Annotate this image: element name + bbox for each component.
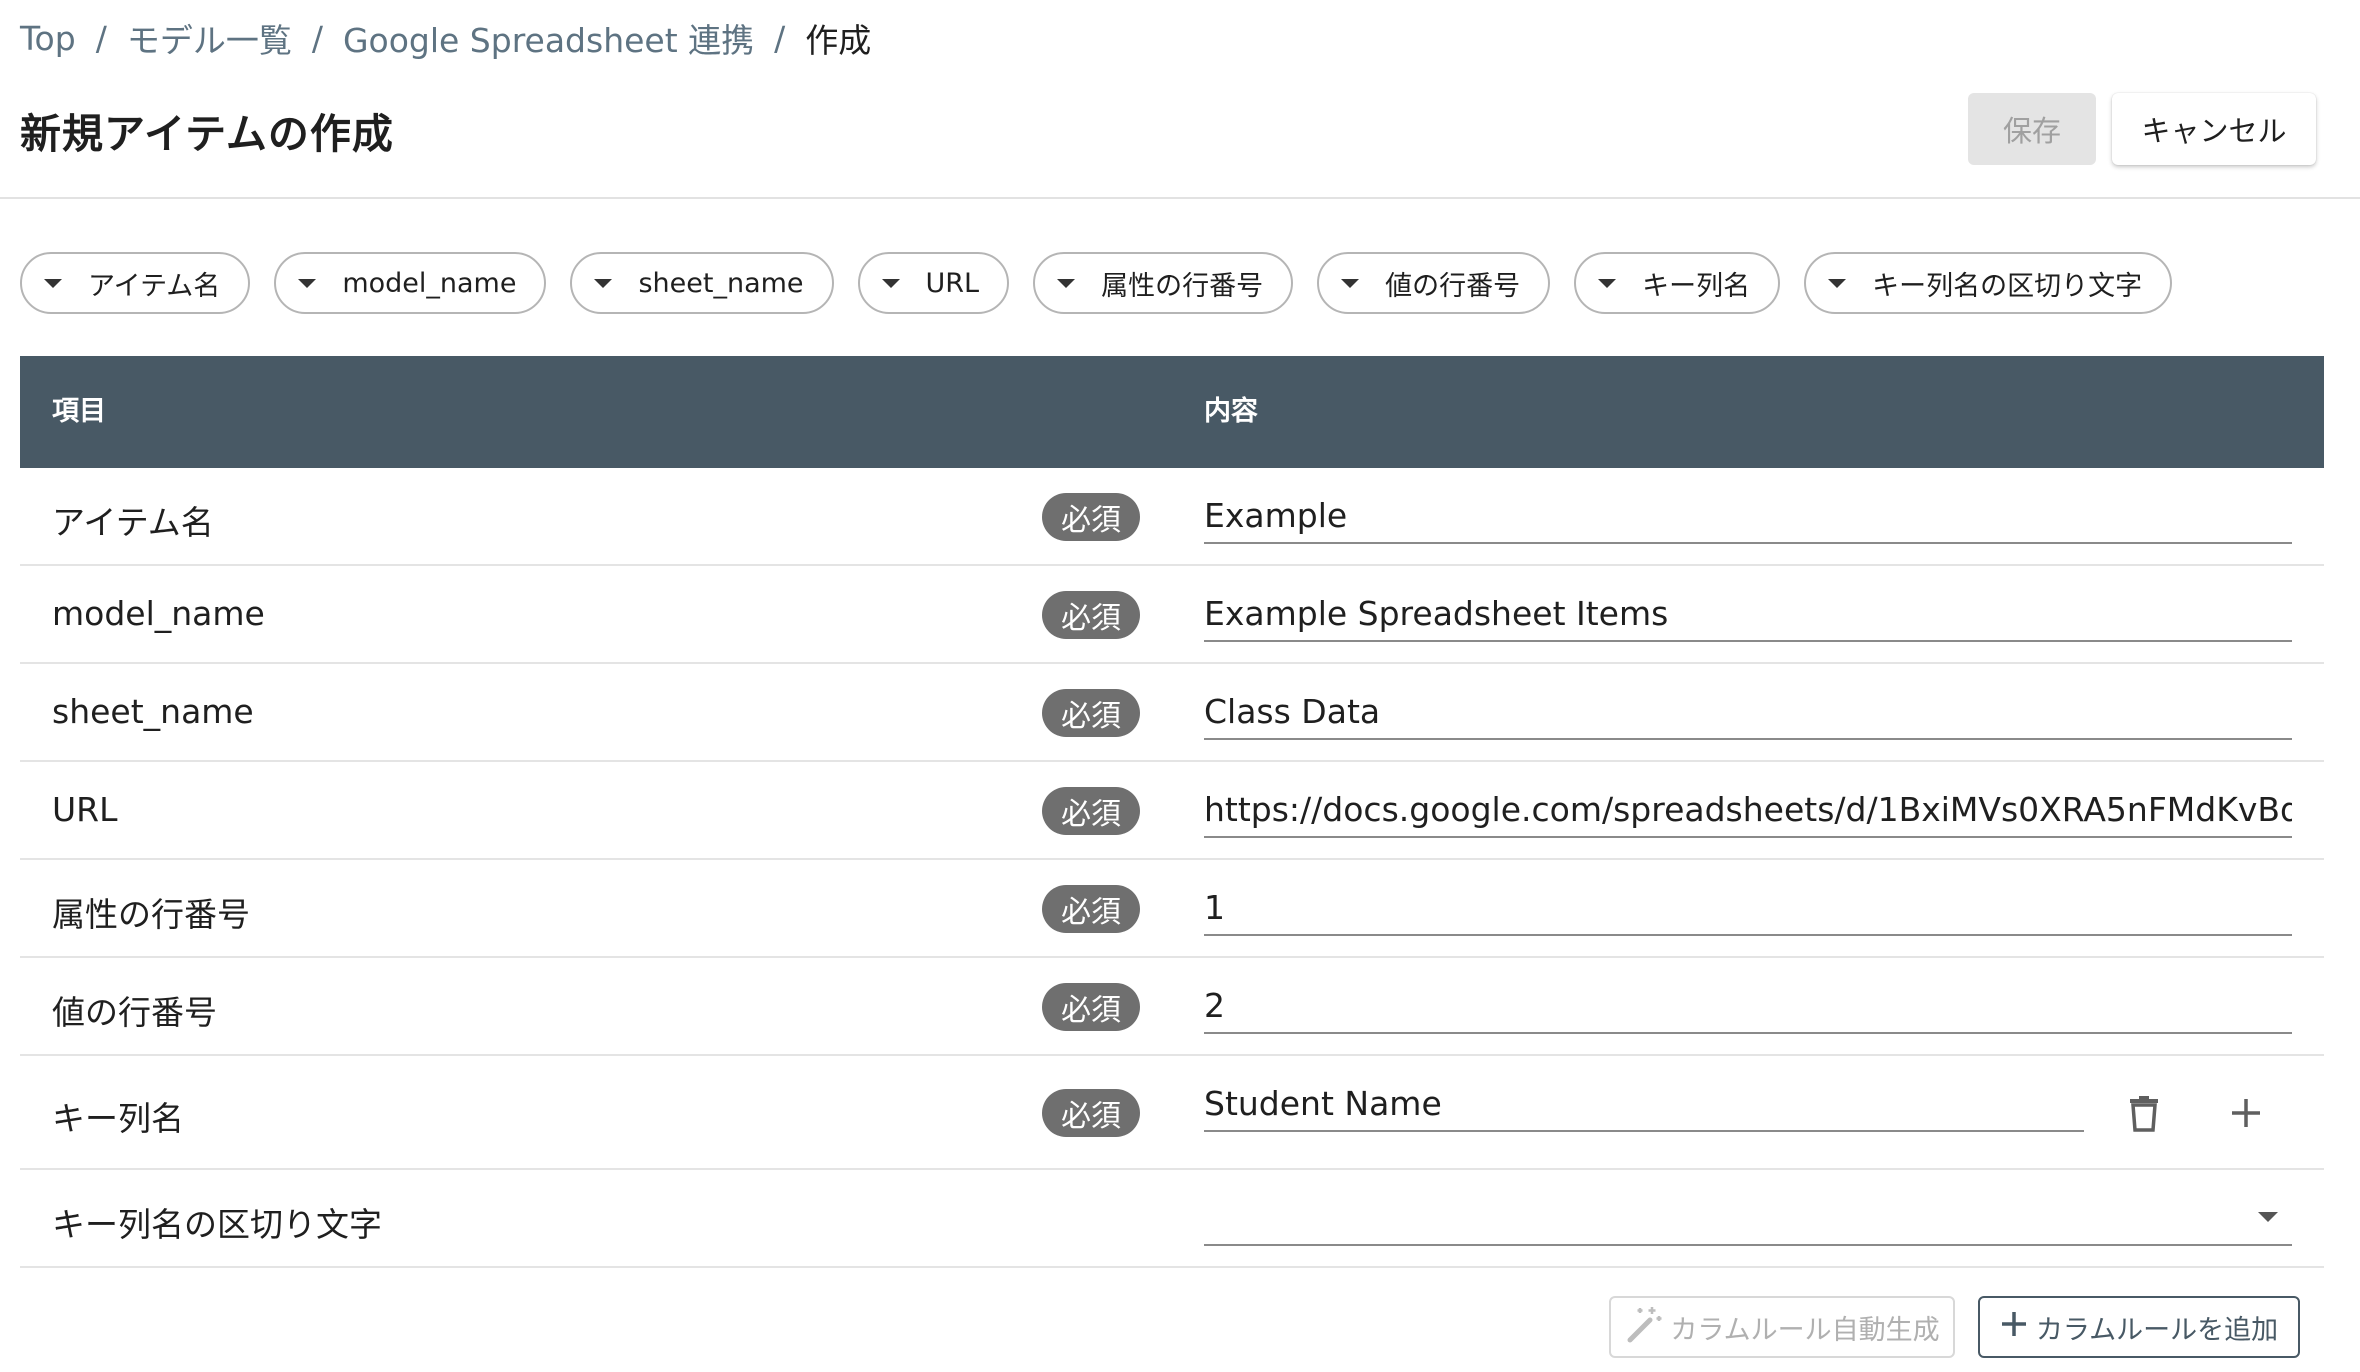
row-label: キー列名: [52, 1099, 184, 1138]
autogen-column-rules-button[interactable]: カラムルール自動生成: [1609, 1296, 1955, 1358]
chip-sheet-name[interactable]: sheet_name: [570, 252, 834, 314]
row-label: アイテム名: [52, 503, 214, 542]
chip-model-name[interactable]: model_name: [274, 252, 547, 314]
row-label: 値の行番号: [52, 993, 217, 1032]
add-column-rule-button[interactable]: カラムルールを追加: [1978, 1296, 2300, 1358]
caret-down-icon: [1341, 278, 1360, 288]
key-column-input[interactable]: [1204, 1076, 2084, 1130]
attribute-row-field[interactable]: [1204, 880, 2292, 936]
attribute-row-input[interactable]: [1204, 880, 2292, 934]
required-badge: 必須: [1042, 591, 1140, 639]
breadcrumb-separator: /: [774, 18, 786, 58]
breadcrumb-model-list[interactable]: モデル一覧: [127, 14, 292, 62]
row-label: model_name: [52, 594, 265, 633]
url-field[interactable]: [1204, 782, 2292, 838]
page-title: 新規アイテムの作成: [20, 110, 394, 158]
key-column-field[interactable]: [1204, 1076, 2084, 1132]
form-table: 項目 内容 アイテム名 必須 model_name 必須 sheet_name …: [20, 356, 2324, 1268]
row-label: キー列名の区切り文字: [52, 1205, 382, 1244]
required-badge: 必須: [1042, 983, 1140, 1031]
sheet-name-field[interactable]: [1204, 684, 2292, 740]
model-name-input[interactable]: [1204, 586, 2292, 640]
chip-label: 属性の行番号: [1101, 270, 1264, 302]
url-input[interactable]: [1204, 782, 2292, 836]
key-delimiter-select[interactable]: [1204, 1190, 2292, 1246]
chip-url[interactable]: URL: [857, 252, 1010, 314]
table-row: model_name 必須: [20, 566, 2324, 664]
value-row-input[interactable]: [1204, 978, 2292, 1032]
chip-label: キー列名: [1642, 270, 1751, 302]
autogen-label: カラムルール自動生成: [1670, 1314, 1940, 1346]
value-row-field[interactable]: [1204, 978, 2292, 1034]
table-row: sheet_name 必須: [20, 664, 2324, 762]
breadcrumb-top[interactable]: Top: [20, 19, 76, 58]
chip-label: URL: [925, 267, 980, 299]
item-name-input[interactable]: [1204, 488, 2292, 542]
table-row: URL 必須: [20, 762, 2324, 860]
breadcrumb-spreadsheet[interactable]: Google Spreadsheet 連携: [343, 14, 754, 62]
table-row: 値の行番号 必須: [20, 958, 2324, 1056]
header-content: 内容: [1204, 396, 1258, 427]
caret-down-icon: [298, 278, 317, 288]
table-header: 項目 内容: [20, 356, 2324, 468]
required-badge: 必須: [1042, 787, 1140, 835]
key-delimiter-value[interactable]: [1204, 1190, 2292, 1244]
model-name-field[interactable]: [1204, 586, 2292, 642]
magic-wand-icon: [1624, 1304, 1664, 1351]
caret-down-icon: [594, 278, 613, 288]
table-row: キー列名の区切り文字: [20, 1170, 2324, 1268]
caret-down-icon: [1057, 278, 1076, 288]
chip-label: キー列名の区切り文字: [1872, 270, 2143, 302]
breadcrumb-separator: /: [95, 18, 107, 58]
sheet-name-input[interactable]: [1204, 684, 2292, 738]
breadcrumb-separator: /: [311, 18, 323, 58]
item-name-field[interactable]: [1204, 488, 2292, 544]
chip-label: アイテム名: [88, 270, 221, 302]
required-badge: 必須: [1042, 1089, 1140, 1137]
header-divider: [0, 197, 2360, 199]
chip-attribute-row[interactable]: 属性の行番号: [1033, 252, 1294, 314]
chip-key-delimiter[interactable]: キー列名の区切り文字: [1804, 252, 2173, 314]
cancel-button[interactable]: キャンセル: [2112, 93, 2316, 165]
trash-icon[interactable]: [2116, 1085, 2172, 1141]
save-button[interactable]: 保存: [1968, 93, 2096, 165]
chip-label: sheet_name: [638, 267, 804, 299]
caret-down-icon: [2258, 1212, 2278, 1222]
required-badge: 必須: [1042, 689, 1140, 737]
required-badge: 必須: [1042, 493, 1140, 541]
plus-icon: [2000, 1310, 2028, 1345]
table-row: アイテム名 必須: [20, 468, 2324, 566]
chip-label: 値の行番号: [1385, 270, 1521, 302]
required-badge: 必須: [1042, 885, 1140, 933]
row-label: sheet_name: [52, 692, 254, 731]
row-label: 属性の行番号: [52, 895, 250, 934]
chip-value-row[interactable]: 値の行番号: [1317, 252, 1551, 314]
chip-key-column[interactable]: キー列名: [1574, 252, 1781, 314]
header-item: 項目: [52, 396, 106, 427]
plus-icon[interactable]: [2218, 1085, 2274, 1141]
add-label: カラムルールを追加: [2035, 1314, 2279, 1346]
chip-item-name[interactable]: アイテム名: [20, 252, 251, 314]
breadcrumb-current: 作成: [805, 21, 872, 60]
caret-down-icon: [1598, 278, 1617, 288]
chip-label: model_name: [342, 267, 517, 299]
breadcrumb: Top / モデル一覧 / Google Spreadsheet 連携 / 作成: [20, 14, 871, 62]
caret-down-icon: [1828, 278, 1847, 288]
caret-down-icon: [881, 278, 900, 288]
table-row: キー列名 必須: [20, 1056, 2324, 1170]
table-row: 属性の行番号 必須: [20, 860, 2324, 958]
row-label: URL: [52, 790, 118, 829]
caret-down-icon: [44, 278, 62, 288]
field-chips: アイテム名 model_name sheet_name URL 属性の行番号 値…: [20, 252, 2173, 314]
